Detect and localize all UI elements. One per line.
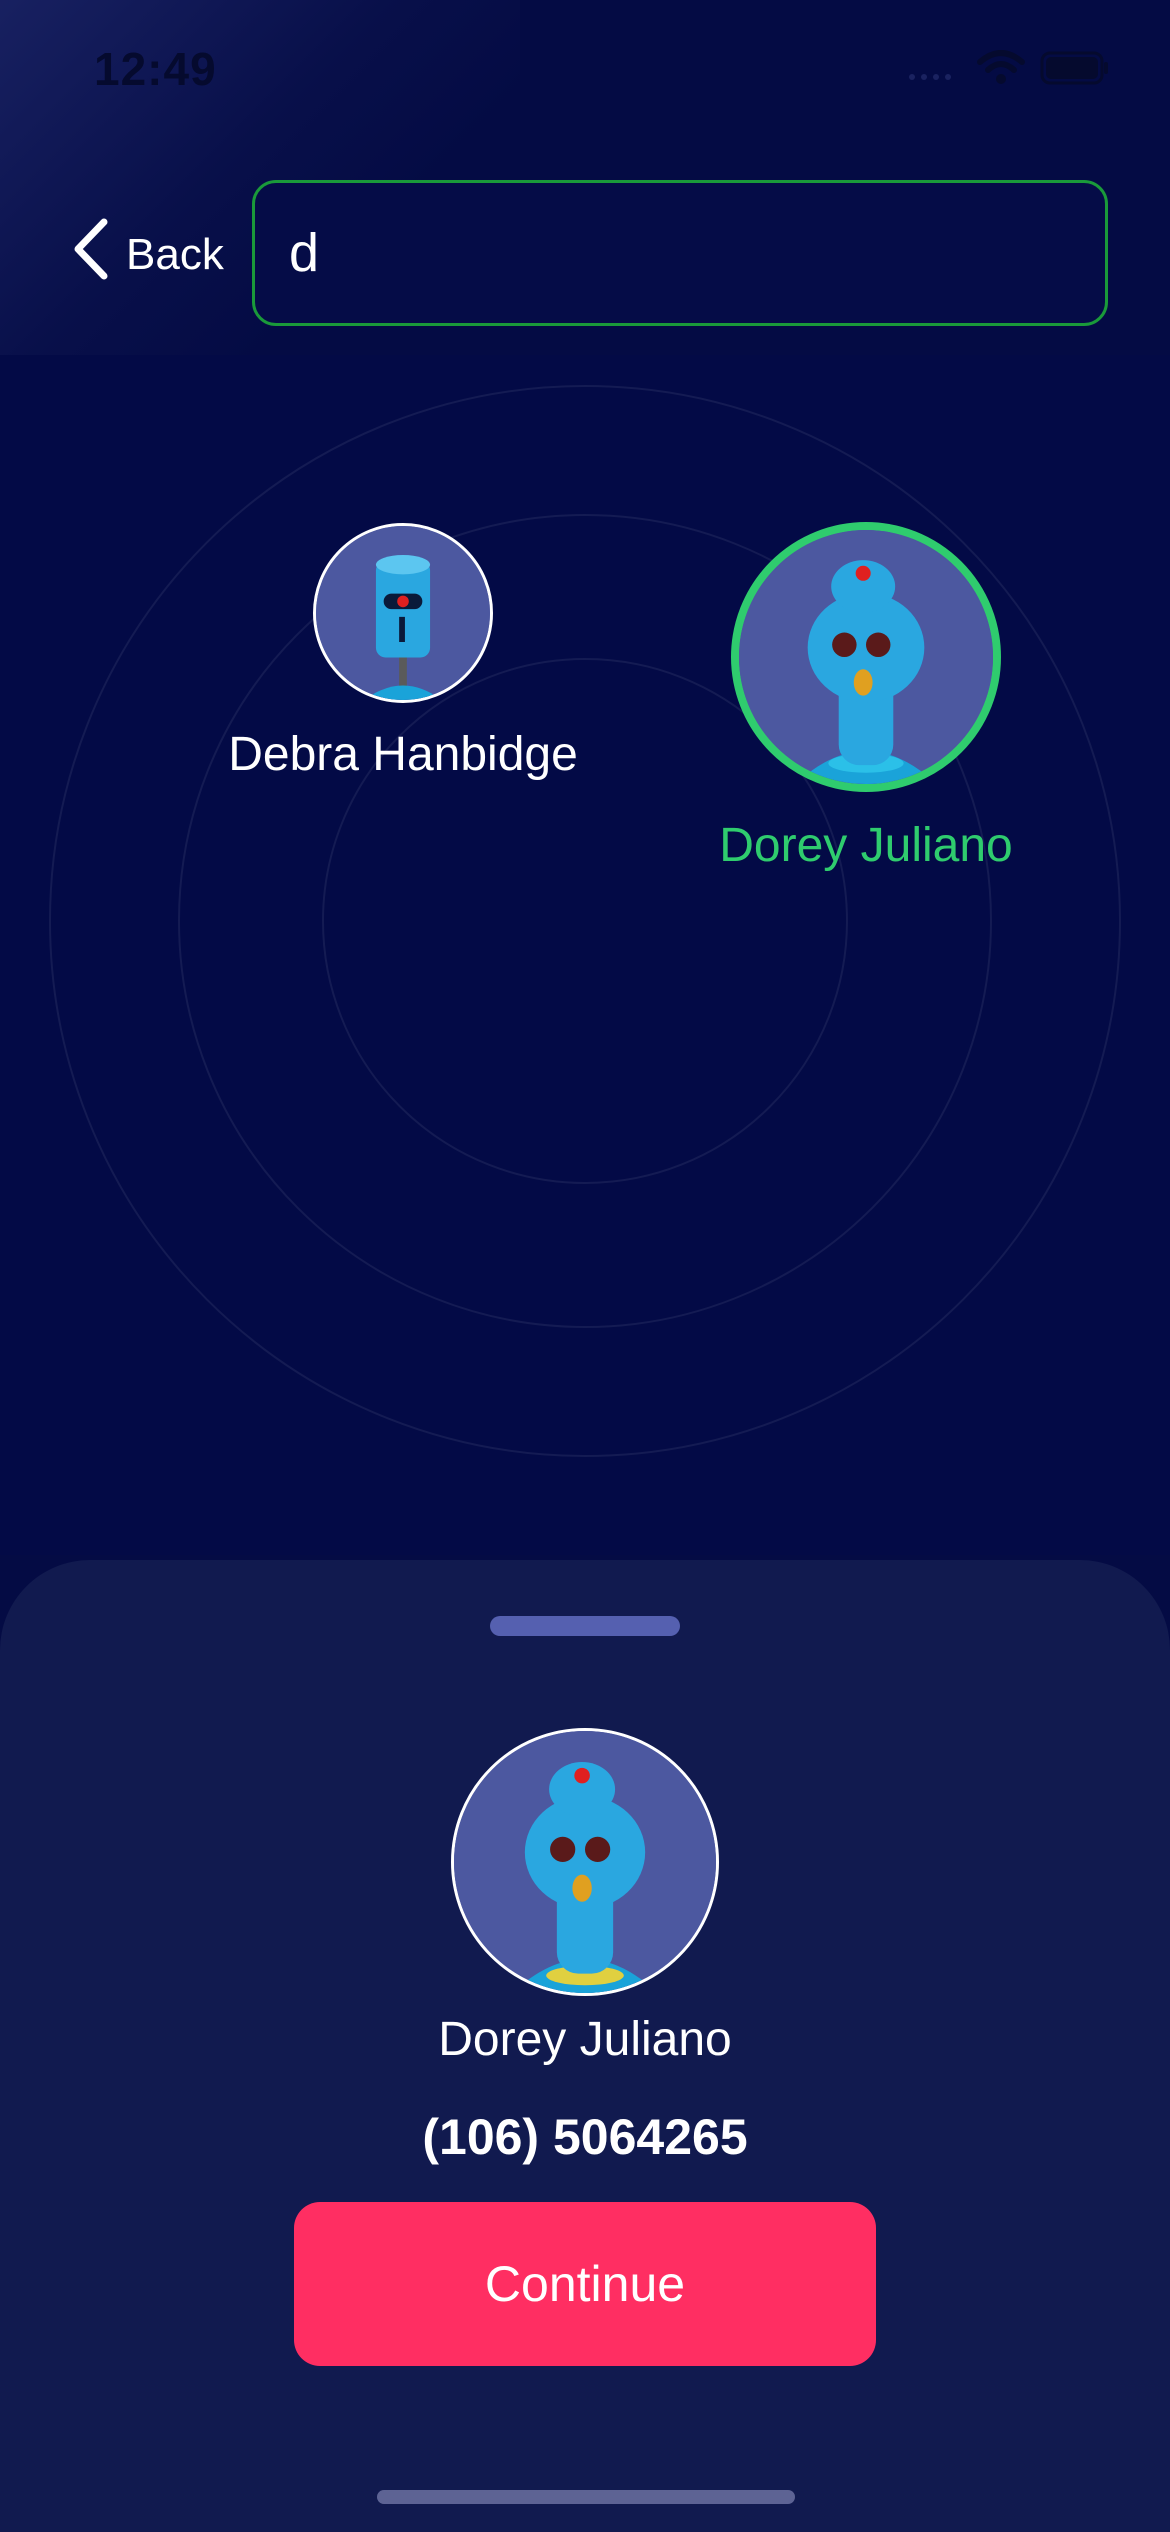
sheet-drag-handle[interactable] [490, 1616, 680, 1636]
back-label: Back [126, 229, 224, 279]
contact-name: Dorey Juliano [438, 2013, 732, 2066]
avatar [313, 523, 493, 703]
back-button[interactable]: Back [72, 218, 224, 291]
sheet-avatar [451, 1728, 719, 1996]
home-indicator [377, 2490, 795, 2504]
radar-area: Debra Hanbidge Dorey Juliano [0, 355, 1170, 1555]
status-icons [906, 50, 1110, 86]
avatar-selected [731, 522, 1001, 792]
battery-icon [1040, 51, 1110, 85]
cellular-icon [906, 53, 962, 83]
chevron-left-icon [72, 218, 110, 291]
robot-avatar-image [316, 526, 490, 700]
search-input[interactable] [287, 221, 1051, 285]
wifi-icon [976, 50, 1026, 86]
continue-button[interactable]: Continue [294, 2202, 876, 2366]
status-time: 12:49 [94, 43, 217, 95]
person-dorey-juliano[interactable]: Dorey Juliano [666, 522, 1066, 873]
person-name: Debra Hanbidge [228, 728, 578, 781]
person-name-selected: Dorey Juliano [719, 819, 1013, 872]
robot-avatar-image [454, 1731, 716, 1993]
bottom-sheet: Dorey Juliano (106) 5064265 Continue [0, 1560, 1170, 2532]
person-debra-hanbidge[interactable]: Debra Hanbidge [203, 523, 603, 782]
screen: 12:49 Back d Debra Hanbidge Dorey Julian… [0, 0, 1170, 2532]
search-field[interactable] [252, 180, 1108, 326]
robot-avatar-image [739, 530, 993, 784]
contact-phone: (106) 5064265 [422, 2109, 748, 2165]
